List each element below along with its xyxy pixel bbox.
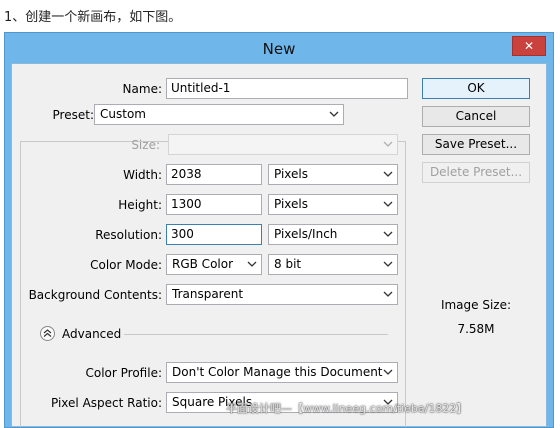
image-size-value: 7.58M (457, 322, 495, 336)
cancel-button[interactable]: Cancel (422, 106, 530, 127)
ok-button[interactable]: OK (422, 78, 530, 99)
chevron-down-icon (383, 291, 393, 297)
height-unit-select[interactable]: Pixels (268, 194, 398, 215)
save-preset-button[interactable]: Save Preset... (422, 134, 530, 155)
chevron-down-icon (329, 111, 339, 117)
new-document-dialog: New ✕ Name: Untitled-1 Preset: Custom Si… (4, 32, 554, 428)
width-input[interactable]: 2038 (166, 164, 262, 185)
size-label: Size: (131, 138, 160, 152)
close-icon: ✕ (523, 39, 535, 53)
width-unit-select[interactable]: Pixels (268, 164, 398, 185)
preset-select[interactable]: Custom (94, 104, 344, 125)
height-unit-value: Pixels (274, 197, 309, 211)
chevron-down-icon (383, 261, 393, 267)
chevron-down-icon (383, 231, 393, 237)
advanced-label: Advanced (62, 327, 122, 341)
dialog-title: New (262, 40, 296, 58)
pixel-aspect-label: Pixel Aspect Ratio: (51, 396, 162, 410)
chevron-down-icon (383, 201, 393, 207)
chevron-down-icon (383, 171, 393, 177)
resolution-label: Resolution: (95, 228, 162, 242)
name-label: Name: (122, 82, 162, 96)
background-contents-select[interactable]: Transparent (166, 284, 398, 305)
resolution-input[interactable]: 300 (166, 224, 262, 245)
color-profile-select[interactable]: Don't Color Manage this Document (166, 362, 398, 383)
preset-value: Custom (100, 107, 146, 121)
watermark-text: 平面设计吧—【www.lineeg.com/tieba/1822】 (226, 402, 468, 415)
color-profile-value: Don't Color Manage this Document (172, 365, 383, 379)
background-contents-value: Transparent (172, 287, 244, 301)
image-size-label: Image Size: (440, 298, 512, 312)
height-input[interactable]: 1300 (166, 194, 262, 215)
resolution-unit-select[interactable]: Pixels/Inch (268, 224, 398, 245)
instruction-caption: 1、创建一个新画布，如下图。 (4, 10, 182, 25)
preset-label: Preset: (52, 108, 94, 122)
color-mode-value: RGB Color (172, 257, 234, 271)
advanced-divider (124, 334, 388, 335)
width-label: Width: (123, 168, 162, 182)
chevron-down-icon (383, 141, 393, 147)
chevron-down-icon (247, 261, 257, 267)
bit-depth-value: 8 bit (274, 257, 302, 271)
name-input[interactable]: Untitled-1 (166, 78, 408, 99)
delete-preset-button: Delete Preset... (422, 162, 530, 183)
close-button[interactable]: ✕ (512, 36, 546, 56)
size-select (168, 134, 398, 155)
background-contents-label: Background Contents: (28, 288, 162, 302)
color-mode-label: Color Mode: (90, 258, 162, 272)
height-label: Height: (118, 198, 162, 212)
resolution-unit-value: Pixels/Inch (274, 227, 338, 241)
width-unit-value: Pixels (274, 167, 309, 181)
chevron-down-icon (383, 369, 393, 375)
color-profile-label: Color Profile: (85, 366, 163, 380)
dialog-body: Name: Untitled-1 Preset: Custom Size: Wi… (11, 63, 547, 427)
bit-depth-select[interactable]: 8 bit (268, 254, 398, 275)
color-mode-select[interactable]: RGB Color (166, 254, 262, 275)
dialog-titlebar[interactable]: New ✕ (5, 33, 553, 63)
collapse-up-icon[interactable] (40, 326, 55, 341)
